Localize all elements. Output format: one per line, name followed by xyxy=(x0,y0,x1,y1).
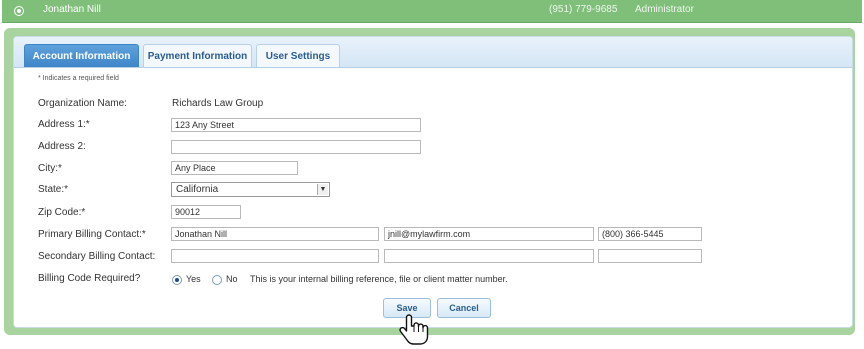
address2-label: Address 2: xyxy=(38,141,86,152)
address1-field[interactable]: 123 Any Street xyxy=(171,118,421,132)
address2-field[interactable] xyxy=(171,140,421,154)
secondary-contact-phone-field[interactable] xyxy=(598,249,702,263)
header-user-name: Jonathan Nill xyxy=(43,4,101,15)
cancel-button[interactable]: Cancel xyxy=(437,298,491,318)
address1-label: Address 1:* xyxy=(38,119,90,130)
account-panel: Account Information Payment Information … xyxy=(13,36,853,328)
status-radio-icon xyxy=(14,6,24,16)
tab-strip: Account Information Payment Information … xyxy=(14,37,852,68)
required-note: * Indicates a required field xyxy=(38,75,119,82)
secondary-contact-name-field[interactable] xyxy=(171,249,379,263)
billing-code-help-text: This is your internal billing reference,… xyxy=(250,274,508,284)
city-label: City:* xyxy=(38,163,62,174)
chevron-down-icon[interactable]: ▼ xyxy=(317,184,328,195)
org-label: Organization Name: xyxy=(38,98,127,109)
billing-code-yes-radio[interactable] xyxy=(172,275,182,285)
primary-contact-phone-field[interactable]: (800) 366-5445 xyxy=(598,227,702,241)
tab-account-information[interactable]: Account Information xyxy=(24,44,139,67)
top-bar: Jonathan Nill (951) 779-9685 Administrat… xyxy=(2,0,862,23)
billing-code-no-radio[interactable] xyxy=(212,275,222,285)
zip-field[interactable]: 90012 xyxy=(171,205,241,219)
hand-pointer-icon xyxy=(399,314,429,345)
city-field[interactable]: Any Place xyxy=(171,161,298,175)
zip-label: Zip Code:* xyxy=(38,207,86,218)
primary-contact-name-field[interactable]: Jonathan Nill xyxy=(171,227,379,241)
billing-code-label: Billing Code Required? xyxy=(38,273,141,284)
primary-contact-email-field[interactable]: jnill@mylawfirm.com xyxy=(384,227,594,241)
secondary-contact-label: Secondary Billing Contact: xyxy=(38,251,156,262)
primary-contact-label: Primary Billing Contact:* xyxy=(38,229,146,240)
header-phone: (951) 779-9685 xyxy=(549,4,618,15)
org-value: Richards Law Group xyxy=(172,98,264,109)
secondary-contact-email-field[interactable] xyxy=(384,249,594,263)
tab-user-settings[interactable]: User Settings xyxy=(256,44,340,67)
header-role: Administrator xyxy=(635,4,694,15)
billing-code-yes-label: Yes xyxy=(186,274,201,284)
state-select[interactable]: California ▼ xyxy=(171,182,330,197)
tab-payment-information[interactable]: Payment Information xyxy=(143,44,252,67)
state-label: State:* xyxy=(38,184,69,195)
billing-code-no-label: No xyxy=(226,274,238,284)
state-value: California xyxy=(176,184,219,195)
